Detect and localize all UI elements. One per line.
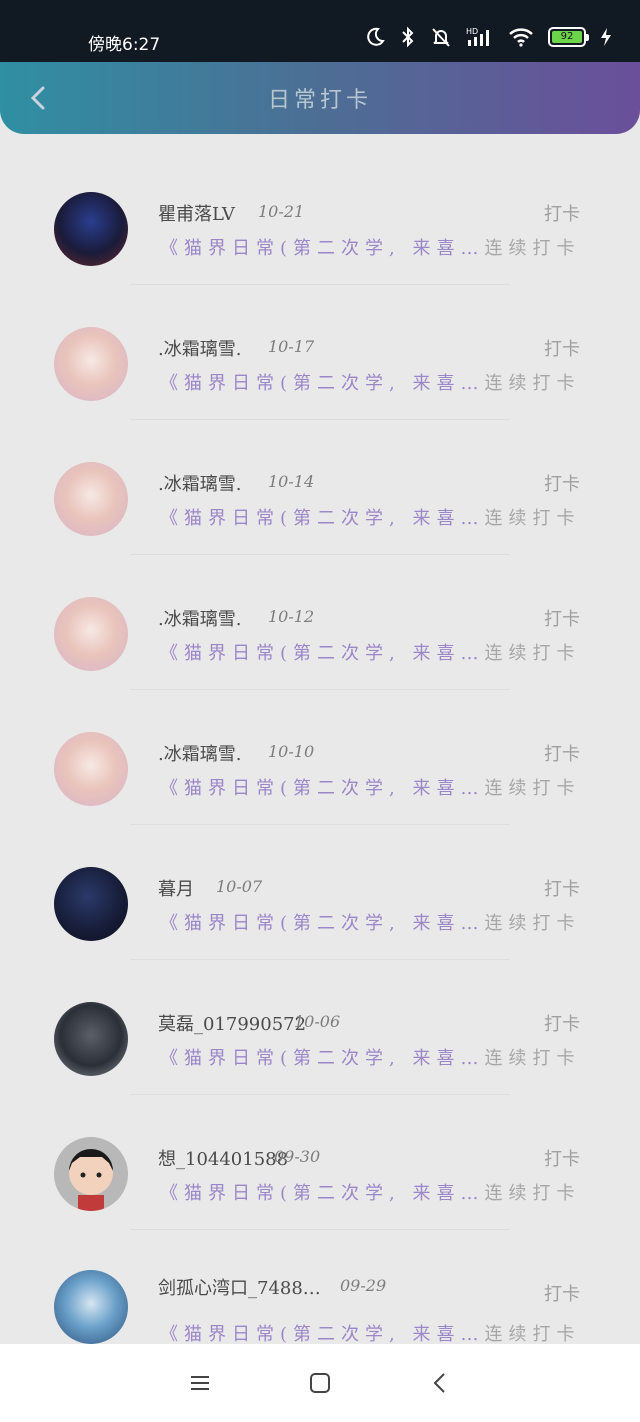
- wifi-icon: [508, 26, 534, 48]
- checkin-action[interactable]: 打卡: [544, 1145, 580, 1171]
- checkin-desc: 《猫界日常(第二次学, 来喜…连续打卡/实: [160, 913, 580, 934]
- checkin-action[interactable]: 打卡: [544, 335, 580, 361]
- list-item[interactable]: .冰霜璃雪. 10-12 打卡 《猫界日常(第二次学, 来喜…连续打卡/实: [0, 539, 640, 690]
- list-item[interactable]: 想_104401588 09-30 打卡 《猫界日常(第二次学, 来喜…连续打卡…: [0, 1079, 640, 1230]
- list-item[interactable]: .冰霜璃雪. 10-14 打卡 《猫界日常(第二次学, 来喜…连续打卡/实: [0, 404, 640, 555]
- avatar[interactable]: [54, 1270, 128, 1344]
- page-title: 日常打卡: [267, 88, 372, 113]
- list-item[interactable]: .冰霜璃雪. 10-17 打卡 《猫界日常(第二次学, 来喜…连续打卡/实: [0, 269, 640, 420]
- checkin-action[interactable]: 打卡: [544, 875, 580, 901]
- menu-icon[interactable]: [180, 1363, 220, 1403]
- system-nav-bar: [0, 1344, 640, 1422]
- list-item[interactable]: 剑孤心湾口_7488… 09-29 打卡 《猫界日常(第二次学, 来喜…连续打卡…: [0, 1214, 640, 1344]
- list-item[interactable]: 瞿甫落LV 10-21 打卡 《猫界日常(第二次学, 来喜…连续打卡/实: [0, 134, 640, 285]
- user-name: .冰霜璃雪.: [158, 744, 242, 765]
- checkin-list: 瞿甫落LV 10-21 打卡 《猫界日常(第二次学, 来喜…连续打卡/实 .冰霜…: [0, 134, 640, 1344]
- avatar[interactable]: [54, 597, 128, 671]
- checkin-desc: 《猫界日常(第二次学, 来喜…连续打卡/实: [160, 373, 580, 394]
- list-item[interactable]: .冰霜璃雪. 10-10 打卡 《猫界日常(第二次学, 来喜…连续打卡/实: [0, 674, 640, 825]
- checkin-action[interactable]: 打卡: [544, 1280, 580, 1306]
- moon-icon: [364, 26, 386, 48]
- user-name: 莫磊_017990572: [158, 1014, 307, 1035]
- checkin-date: 10-07: [216, 877, 263, 896]
- list-item[interactable]: 莫磊_017990572 10-06 打卡 《猫界日常(第二次学, 来喜…连续打…: [0, 944, 640, 1095]
- user-name: 想_104401588: [158, 1149, 289, 1170]
- checkin-action[interactable]: 打卡: [544, 605, 580, 631]
- avatar[interactable]: [54, 462, 128, 536]
- page-header: 日常打卡: [0, 62, 640, 134]
- mute-bell-icon: [430, 26, 452, 48]
- checkin-desc: 《猫界日常(第二次学, 来喜…连续打卡/实: [160, 1048, 580, 1069]
- avatar[interactable]: [54, 732, 128, 806]
- user-name: 剑孤心湾口_7488…: [158, 1278, 321, 1299]
- checkin-desc: 《猫界日常(第二次学, 来喜…连续打卡/实: [160, 238, 580, 259]
- avatar[interactable]: [54, 867, 128, 941]
- checkin-date: 10-06: [294, 1012, 341, 1031]
- checkin-action[interactable]: 打卡: [544, 470, 580, 496]
- battery-icon: 92: [548, 27, 589, 47]
- list-item[interactable]: 暮月 10-07 打卡 《猫界日常(第二次学, 来喜…连续打卡/实: [0, 809, 640, 960]
- status-time: 傍晚6:27: [88, 35, 161, 55]
- checkin-date: 10-12: [268, 607, 315, 626]
- checkin-date: 10-21: [258, 202, 305, 221]
- avatar[interactable]: [54, 327, 128, 401]
- checkin-desc: 《猫界日常(第二次学, 来喜…连续打卡/实: [160, 778, 580, 799]
- user-name: 暮月: [158, 879, 194, 900]
- checkin-date: 10-10: [268, 742, 315, 761]
- avatar[interactable]: [54, 1137, 128, 1211]
- checkin-desc: 《猫界日常(第二次学, 来喜…连续打卡/实: [160, 643, 580, 664]
- checkin-date: 10-14: [268, 472, 315, 491]
- bluetooth-icon: [400, 26, 416, 48]
- charging-icon: [600, 27, 612, 47]
- home-square-icon[interactable]: [300, 1363, 340, 1403]
- battery-level: 92: [552, 31, 582, 43]
- cartoon-boy-avatar: [69, 1149, 113, 1211]
- checkin-desc: 《猫界日常(第二次学, 来喜…连续打卡/实: [160, 508, 580, 529]
- avatar[interactable]: [54, 1002, 128, 1076]
- chevron-left-icon[interactable]: [22, 82, 54, 114]
- svg-text:HD: HD: [466, 27, 478, 36]
- checkin-desc: 《猫界日常(第二次学, 来喜…连续打卡/实: [160, 1324, 580, 1344]
- checkin-action[interactable]: 打卡: [544, 200, 580, 226]
- checkin-action[interactable]: 打卡: [544, 740, 580, 766]
- user-name: .冰霜璃雪.: [158, 609, 242, 630]
- user-name: .冰霜璃雪.: [158, 339, 242, 360]
- checkin-desc: 《猫界日常(第二次学, 来喜…连续打卡/实: [160, 1183, 580, 1204]
- checkin-action[interactable]: 打卡: [544, 1010, 580, 1036]
- checkin-date: 10-17: [268, 337, 315, 356]
- back-chevron-icon[interactable]: [420, 1363, 460, 1403]
- user-name: .冰霜璃雪.: [158, 474, 242, 495]
- status-bar: 傍晚6:27 HD 92: [0, 0, 640, 62]
- avatar[interactable]: [54, 192, 128, 266]
- signal-hd-icon: HD: [466, 26, 494, 48]
- checkin-date: 09-29: [340, 1276, 387, 1295]
- status-icons: HD 92: [364, 26, 612, 48]
- user-name: 瞿甫落LV: [158, 204, 235, 225]
- checkin-date: 09-30: [274, 1147, 321, 1166]
